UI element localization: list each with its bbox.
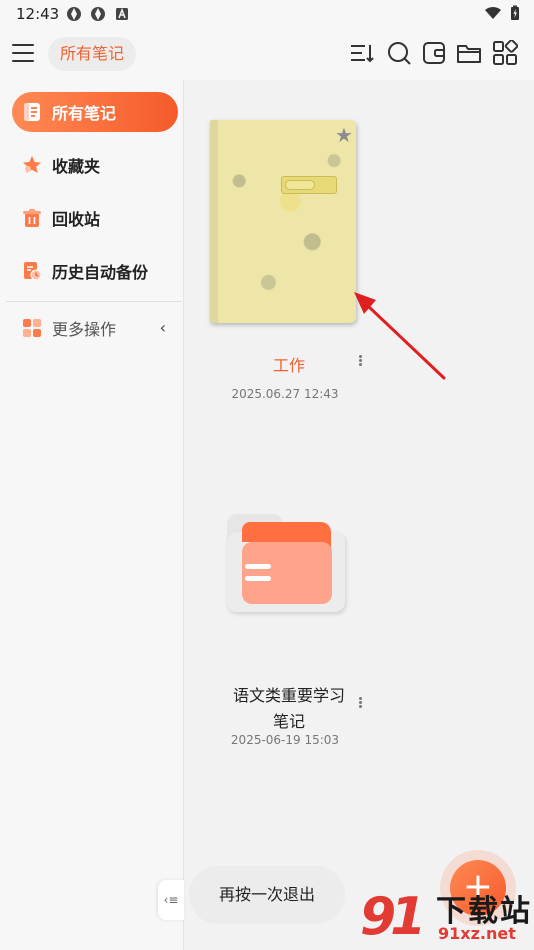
menu-icon[interactable]	[12, 42, 36, 64]
watermark-url: 91xz.net	[438, 924, 516, 943]
sidebar-collapse-handle[interactable]: ‹≡	[158, 880, 184, 920]
more-actions[interactable]: 更多操作 ‹	[12, 308, 178, 348]
battery-icon	[511, 5, 519, 20]
folder-date: 2025-06-19 15:03	[230, 733, 340, 747]
search-icon[interactable]	[386, 40, 412, 66]
more-actions-label: 更多操作	[52, 320, 117, 339]
backup-icon	[24, 262, 42, 281]
sidebar-item-all-notes[interactable]: 所有笔记	[12, 92, 178, 132]
arrow-annotation	[354, 292, 446, 380]
note-title[interactable]: 工作	[225, 352, 353, 376]
trash-icon	[23, 209, 41, 227]
sidebar-item-trash[interactable]: 回收站	[12, 198, 178, 238]
note-date: 2025.06.27 12:43	[231, 387, 339, 401]
watermark-logo: 91	[360, 887, 426, 947]
notebook-cover[interactable]	[210, 120, 356, 323]
sidebar-item-backup-history[interactable]: 历史自动备份	[12, 251, 178, 291]
sidebar-item-label: 收藏夹	[52, 157, 101, 176]
chevron-left-icon[interactable]: ‹	[160, 318, 166, 337]
folder-title-line2[interactable]: 笔记	[225, 708, 353, 732]
grid-icon	[23, 319, 41, 337]
sidebar-item-favorites[interactable]: 收藏夹	[12, 145, 178, 185]
folder-title-line1[interactable]: 语文类重要学习	[225, 682, 353, 706]
grid-view-icon[interactable]	[492, 40, 518, 66]
sidebar-item-label: 历史自动备份	[52, 263, 149, 282]
star-icon[interactable]: ★	[335, 123, 353, 147]
exit-toast: 再按一次退出	[189, 866, 345, 924]
sidebar-divider	[6, 301, 182, 302]
app-bar: 所有笔记	[0, 28, 534, 80]
more-vertical-icon[interactable]	[355, 696, 365, 712]
sidebar-item-label: 回收站	[52, 210, 101, 229]
sidebar: 所有笔记 收藏夹 回收站 历史自动备份 更多操作 ‹	[0, 80, 184, 950]
notes-icon	[24, 103, 40, 121]
star-icon	[23, 156, 41, 173]
status-bar: 12:43	[0, 0, 534, 28]
sort-icon[interactable]	[349, 40, 375, 66]
folder-icon[interactable]	[456, 40, 482, 66]
app-notification-icon	[67, 7, 81, 21]
app-notification-icon-2	[91, 7, 105, 21]
page-title[interactable]: 所有笔记	[48, 37, 137, 71]
notes-grid: ★ 工作 2025.06.27 12:43 语文类重要学习 笔记 2025-06…	[185, 80, 534, 950]
keyboard-notification-icon	[116, 7, 128, 20]
sidebar-item-label: 所有笔记	[52, 104, 117, 123]
new-notebook-icon[interactable]	[421, 40, 447, 66]
wifi-icon	[485, 6, 501, 19]
watermark: 91 下载站 91xz.net	[360, 884, 534, 950]
status-time: 12:43	[16, 5, 60, 23]
